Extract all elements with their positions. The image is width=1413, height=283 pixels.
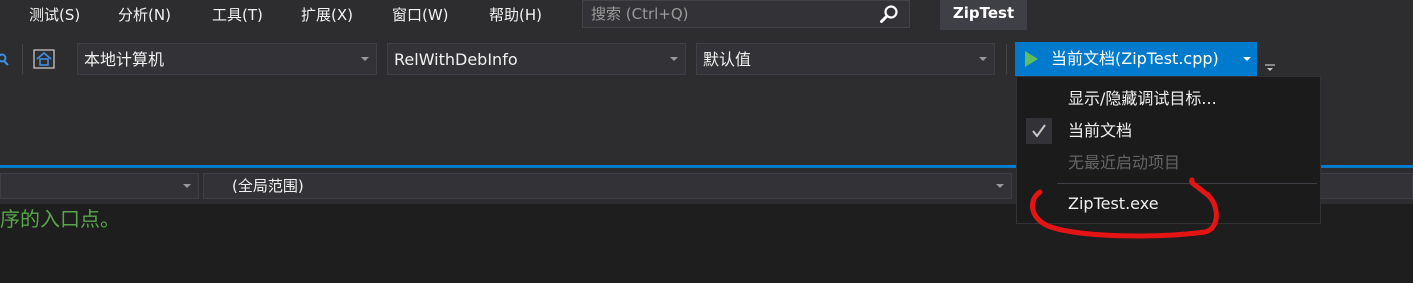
- chevron-down-icon: [996, 184, 1004, 188]
- menu-tools[interactable]: 工具(T): [212, 4, 263, 26]
- code-comment: 序的入口点。: [0, 207, 120, 231]
- platform-combo[interactable]: 默认值: [696, 43, 995, 75]
- search-input[interactable]: 搜索 (Ctrl+Q): [591, 4, 689, 24]
- menu-separator: [1057, 183, 1317, 184]
- toolbar-separator: [22, 44, 23, 74]
- menu-item-ziptest-exe[interactable]: ZipTest.exe: [1017, 188, 1320, 220]
- start-debugging-button[interactable]: 当前文档(ZipTest.cpp): [1015, 42, 1257, 76]
- menu-window[interactable]: 窗口(W): [392, 4, 449, 26]
- start-target-label: 当前文档(ZipTest.cpp): [1051, 49, 1219, 68]
- chevron-down-icon: [670, 57, 678, 61]
- chevron-down-icon: [183, 184, 191, 188]
- scope-combo[interactable]: (全局范围): [203, 173, 1012, 199]
- scope-value: (全局范围): [232, 177, 304, 195]
- debug-target-combo[interactable]: 本地计算机: [77, 43, 377, 75]
- menu-item-label: 无最近启动项目: [1068, 153, 1181, 172]
- toolbar-separator: [1006, 44, 1007, 74]
- menu-item-show-hide-targets[interactable]: 显示/隐藏调试目标...: [1017, 83, 1320, 115]
- configuration-value: RelWithDebInfo: [394, 50, 518, 69]
- home-icon[interactable]: [33, 49, 55, 69]
- chevron-down-icon[interactable]: [1243, 57, 1251, 61]
- menu-item-label: 显示/隐藏调试目标...: [1068, 89, 1217, 108]
- search-box[interactable]: 搜索 (Ctrl+Q): [582, 0, 910, 28]
- menu-item-label: 当前文档: [1068, 121, 1133, 140]
- menu-test[interactable]: 测试(S): [29, 4, 80, 26]
- check-icon: [1032, 124, 1046, 138]
- startup-item-menu: 显示/隐藏调试目标... 当前文档 无最近启动项目 ZipTest.exe: [1016, 76, 1321, 224]
- search-icon[interactable]: [879, 4, 899, 24]
- debug-target-value: 本地计算机: [84, 50, 165, 69]
- window-title: ZipTest: [952, 4, 1015, 22]
- menu-help[interactable]: 帮助(H): [489, 4, 542, 26]
- menu-item-no-recent: 无最近启动项目: [1017, 147, 1320, 179]
- menu-item-current-document[interactable]: 当前文档: [1017, 115, 1320, 147]
- platform-value: 默认值: [703, 50, 752, 69]
- menu-bar: 测试(S) 分析(N) 工具(T) 扩展(X) 窗口(W) 帮助(H) 搜索 (…: [0, 0, 1413, 30]
- menu-item-label: ZipTest.exe: [1068, 194, 1159, 213]
- overflow-icon[interactable]: [1264, 62, 1276, 74]
- project-combo[interactable]: [0, 173, 199, 199]
- chevron-down-icon: [361, 57, 369, 61]
- find-icon[interactable]: [0, 50, 10, 68]
- menu-extensions[interactable]: 扩展(X): [301, 4, 353, 26]
- play-icon: [1025, 51, 1038, 67]
- chevron-down-icon: [979, 57, 987, 61]
- menu-analyze[interactable]: 分析(N): [118, 4, 171, 26]
- configuration-combo[interactable]: RelWithDebInfo: [387, 43, 686, 75]
- solution-title: ZipTest: [940, 0, 1027, 30]
- check-box: [1026, 118, 1052, 144]
